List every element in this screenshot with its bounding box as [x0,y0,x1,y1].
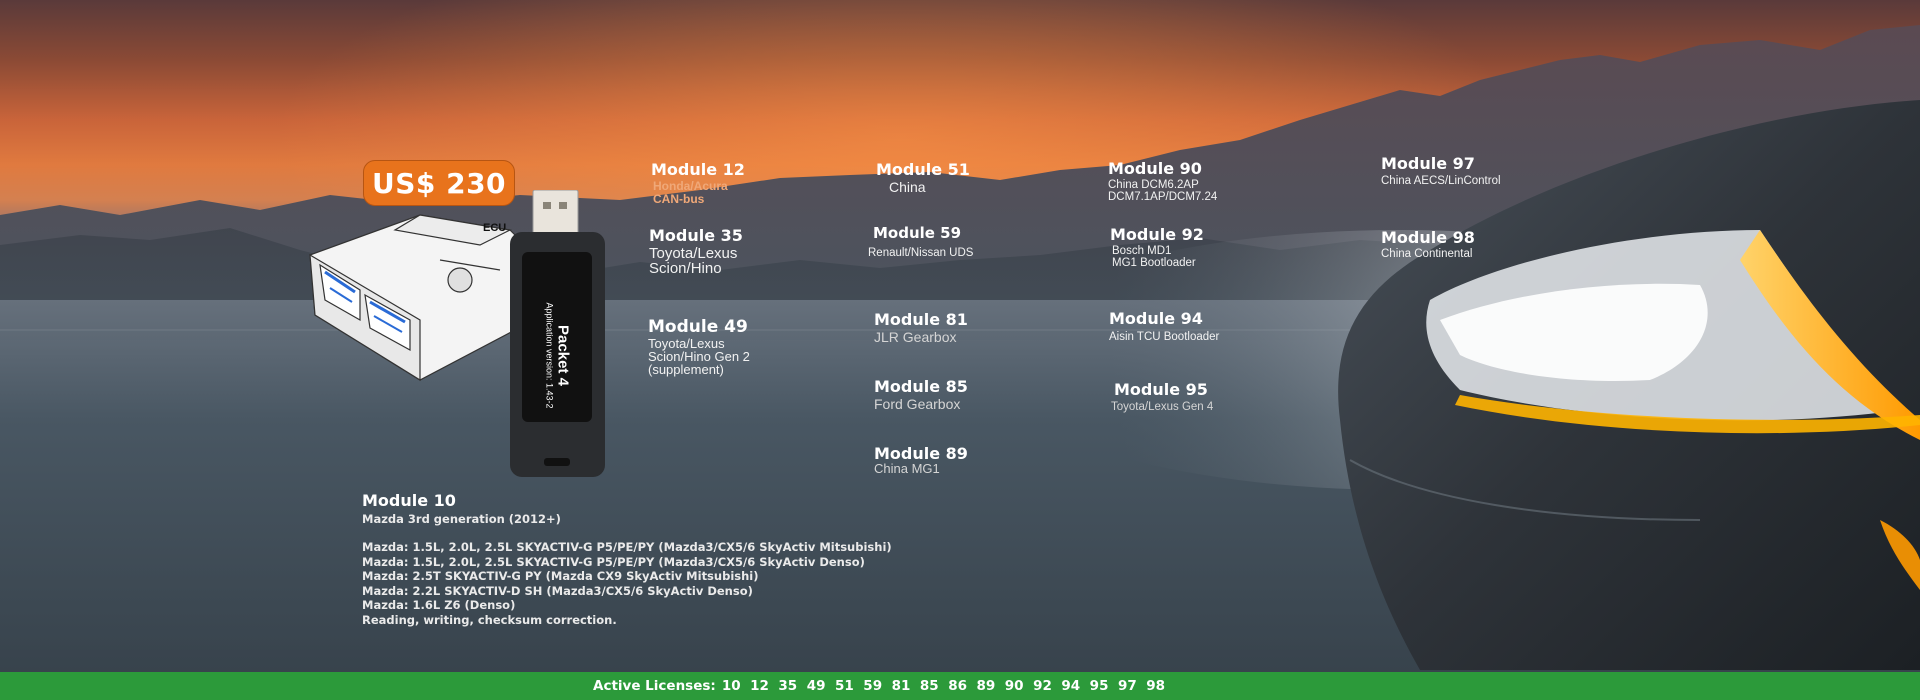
license-number: 51 [835,678,854,694]
module-desc-line: Mazda: 2.5T SKYACTIV-G PY (Mazda CX9 Sky… [362,569,759,583]
module-desc-line: Toyota/Lexus [649,245,738,262]
license-number: 94 [1061,678,1081,694]
license-number: 49 [806,678,826,694]
module-title: Module 81 [874,310,968,329]
module-desc-line: Ford Gearbox [874,396,961,412]
module-97: Module 97 China AECS/LinControl [1381,154,1501,187]
module-35: Module 35 Toyota/Lexus Scion/Hino [649,226,743,276]
module-desc-line: DCM7.1AP/DCM7.24 [1108,191,1218,203]
module-title: Module 98 [1381,228,1475,247]
module-desc-line: CAN-bus [653,192,705,206]
license-number: 89 [976,678,996,694]
module-desc-line: Reading, writing, checksum correction. [362,612,617,627]
module-desc-line: MG1 Bootloader [1112,257,1196,269]
active-licenses-list: Active Licenses: 10 12 35 49 51 59 81 85 86 89 90 9… [593,678,1175,694]
module-90: Module 90 China DCM6.2AP DCM7.1AP/DCM7.2… [1108,159,1217,203]
module-49: Module 49 Toyota/Lexus Scion/Hino Gen 2 … [648,317,750,376]
license-number: 81 [891,678,911,694]
module-desc-line: China DCM6.2AP [1108,179,1199,191]
module-title: Module 49 [648,317,748,337]
module-desc-line: JLR Gearbox [874,329,957,345]
module-title: Module 92 [1110,225,1204,244]
module-title: Module 35 [649,226,743,245]
module-desc-line: Mazda: 1.5L, 2.0L, 2.5L SKYACTIV-G P5/PE… [362,554,865,569]
module-title: Module 85 [874,377,968,396]
module-desc-line: Mazda: 2.2L SKYACTIV-D SH (Mazda3/CX5/6 … [362,583,753,598]
usb-label: Packet 4 Application version: 1.43-2 [538,280,578,430]
ecu-label: ECU [483,222,507,234]
module-desc-line: Toyota/Lexus Gen 4 [1111,401,1214,413]
car-headlight-image [980,100,1920,670]
module-title: Module 95 [1114,380,1208,399]
module-92: Module 92 Bosch MD1 MG1 Bootloader [1110,225,1204,269]
module-desc-line: Mazda: 1.5L, 2.0L, 2.5L SKYACTIV-G P5/PE… [362,540,892,554]
module-title: Module 97 [1381,154,1475,173]
license-number: 59 [863,678,883,694]
module-title: Module 12 [651,160,745,179]
module-title: Module 94 [1109,309,1203,328]
license-number: 95 [1089,678,1109,694]
module-desc-line: Renault/Nissan UDS [868,247,974,259]
license-number: 12 [750,678,769,694]
module-desc-line: Scion/Hino [649,260,722,277]
module-94: Module 94 Aisin TCU Bootloader [1109,309,1219,343]
license-number: 35 [778,678,798,694]
ecu-usb-product-image [309,190,605,477]
module-95: Module 95 Toyota/Lexus Gen 4 [1111,380,1214,413]
module-desc-line: (supplement) [648,362,724,377]
license-number: 97 [1117,678,1137,694]
module-desc-line: China Continental [1381,248,1473,260]
module-desc-line: Bosch MD1 [1112,245,1172,257]
module-98: Module 98 China Continental [1381,228,1475,260]
module-81: Module 81 JLR Gearbox [874,310,968,345]
module-desc-line: China [889,179,926,195]
module-desc-line: Mazda: 1.6L Z6 (Denso) [362,598,516,612]
module-desc-line: China AECS/LinControl [1381,175,1501,187]
module-title: Module 59 [873,224,962,242]
license-number: 90 [1004,678,1024,694]
module-title: Module 10 [362,491,456,510]
product-name: Packet 4 [554,324,572,386]
license-number: 10 [721,678,741,694]
module-85: Module 85 Ford Gearbox [874,377,968,412]
module-12: Module 12 Honda/Acura CAN-bus [651,160,745,206]
module-desc-line: Aisin TCU Bootloader [1109,331,1220,343]
active-licenses-label: Active Licenses: [593,678,716,694]
module-89: Module 89 China MG1 [874,444,968,475]
module-title: Module 51 [876,160,970,179]
module-10: Module 10 Mazda 3rd generation (2012+) M… [362,490,892,627]
module-subtitle: Mazda 3rd generation (2012+) [362,512,561,526]
active-licenses-bar: Active Licenses: 10 12 35 49 51 59 81 85 86 89 90 9… [0,672,1920,700]
module-51: Module 51 China [876,160,970,195]
license-number: 92 [1033,678,1052,694]
license-number: 85 [919,678,939,694]
module-59: Module 59 Renault/Nissan UDS [868,223,973,259]
product-version: Application version: 1.43-2 [544,301,555,409]
module-title: Module 90 [1108,159,1202,178]
license-number: 98 [1146,678,1166,694]
license-number: 86 [948,678,967,694]
